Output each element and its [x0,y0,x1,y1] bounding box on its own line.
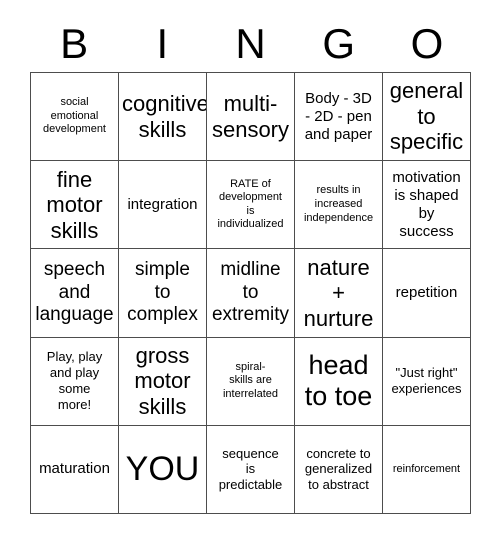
bingo-cell-label: repetition [395,283,458,301]
bingo-cell[interactable]: spiral- skills are interrelated [207,337,295,426]
bingo-cell[interactable]: general to specific [383,73,471,162]
bingo-cell[interactable]: Body - 3D - 2D - pen and paper [295,73,383,162]
bingo-cell-label: fine motor skills [46,166,103,243]
bingo-cell-label: cognitive skills [122,91,207,142]
bingo-cell-label: "Just right" experiences [391,365,462,397]
bingo-cell-label: RATE of development is individualized [217,177,284,231]
bingo-cell-label: nature + nurture [303,254,374,331]
bingo-cell[interactable]: head to toe [295,337,383,426]
header-letter-i: I [156,20,169,67]
bingo-cell-label: YOU [125,449,200,488]
bingo-cell[interactable]: social emotional development [31,73,119,162]
bingo-cell-label: head to toe [304,350,373,412]
bingo-cell[interactable]: maturation [31,425,119,514]
bingo-cell[interactable]: fine motor skills [31,161,119,250]
bingo-cell-label: sequence is predictable [218,445,283,493]
bingo-cell-label: social emotional development [43,96,106,136]
header-letter-n: N [235,20,266,67]
bingo-cell[interactable]: results in increased independence [295,161,383,250]
header-letter-g: G [322,20,356,67]
bingo-cell[interactable]: motivation is shaped by success [383,161,471,250]
bingo-cell[interactable]: midline to extremity [207,249,295,338]
bingo-cell[interactable]: nature + nurture [295,249,383,338]
bingo-cell-label: spiral- skills are interrelated [222,360,279,400]
bingo-cell-label: motivation is shaped by success [392,168,461,240]
bingo-cell-label: midline to extremity [211,259,290,326]
bingo-cell[interactable]: Play, play and play some more! [31,337,119,426]
bingo-cell[interactable]: "Just right" experiences [383,337,471,426]
bingo-cell[interactable]: cognitive skills [119,73,207,162]
bingo-header: B I N G O [30,16,471,72]
header-letter-b: B [60,20,89,67]
bingo-cell-label: results in increased independence [303,184,374,224]
bingo-cell[interactable]: YOU [119,425,207,514]
bingo-cell-label: maturation [39,460,110,478]
bingo-cell-label: simple to complex [127,259,198,326]
bingo-cell-label: reinforcement [392,462,461,475]
bingo-cell[interactable]: speech and language [31,249,119,338]
bingo-card: B I N G O social emotional development co… [0,0,500,544]
bingo-cell[interactable]: simple to complex [119,249,207,338]
bingo-cell[interactable]: repetition [383,249,471,338]
bingo-cell-label: Play, play and play some more! [46,349,103,413]
bingo-cell[interactable]: sequence is predictable [207,425,295,514]
bingo-cell-label: integration [127,195,198,213]
bingo-cell-label: gross motor skills [134,342,191,419]
bingo-cell-label: Body - 3D - 2D - pen and paper [304,89,373,143]
bingo-grid: social emotional development cognitive sk… [30,72,471,514]
bingo-cell-label: concrete to generalized to abstract [304,445,373,493]
bingo-cell-label: general to specific [389,78,464,155]
header-letter-o: O [410,20,444,67]
bingo-cell-label: multi- sensory [211,91,290,142]
bingo-cell[interactable]: integration [119,161,207,250]
bingo-cell[interactable]: RATE of development is individualized [207,161,295,250]
bingo-cell[interactable]: reinforcement [383,425,471,514]
bingo-cell[interactable]: concrete to generalized to abstract [295,425,383,514]
bingo-cell[interactable]: gross motor skills [119,337,207,426]
bingo-cell-label: speech and language [35,259,114,326]
bingo-cell[interactable]: multi- sensory [207,73,295,162]
